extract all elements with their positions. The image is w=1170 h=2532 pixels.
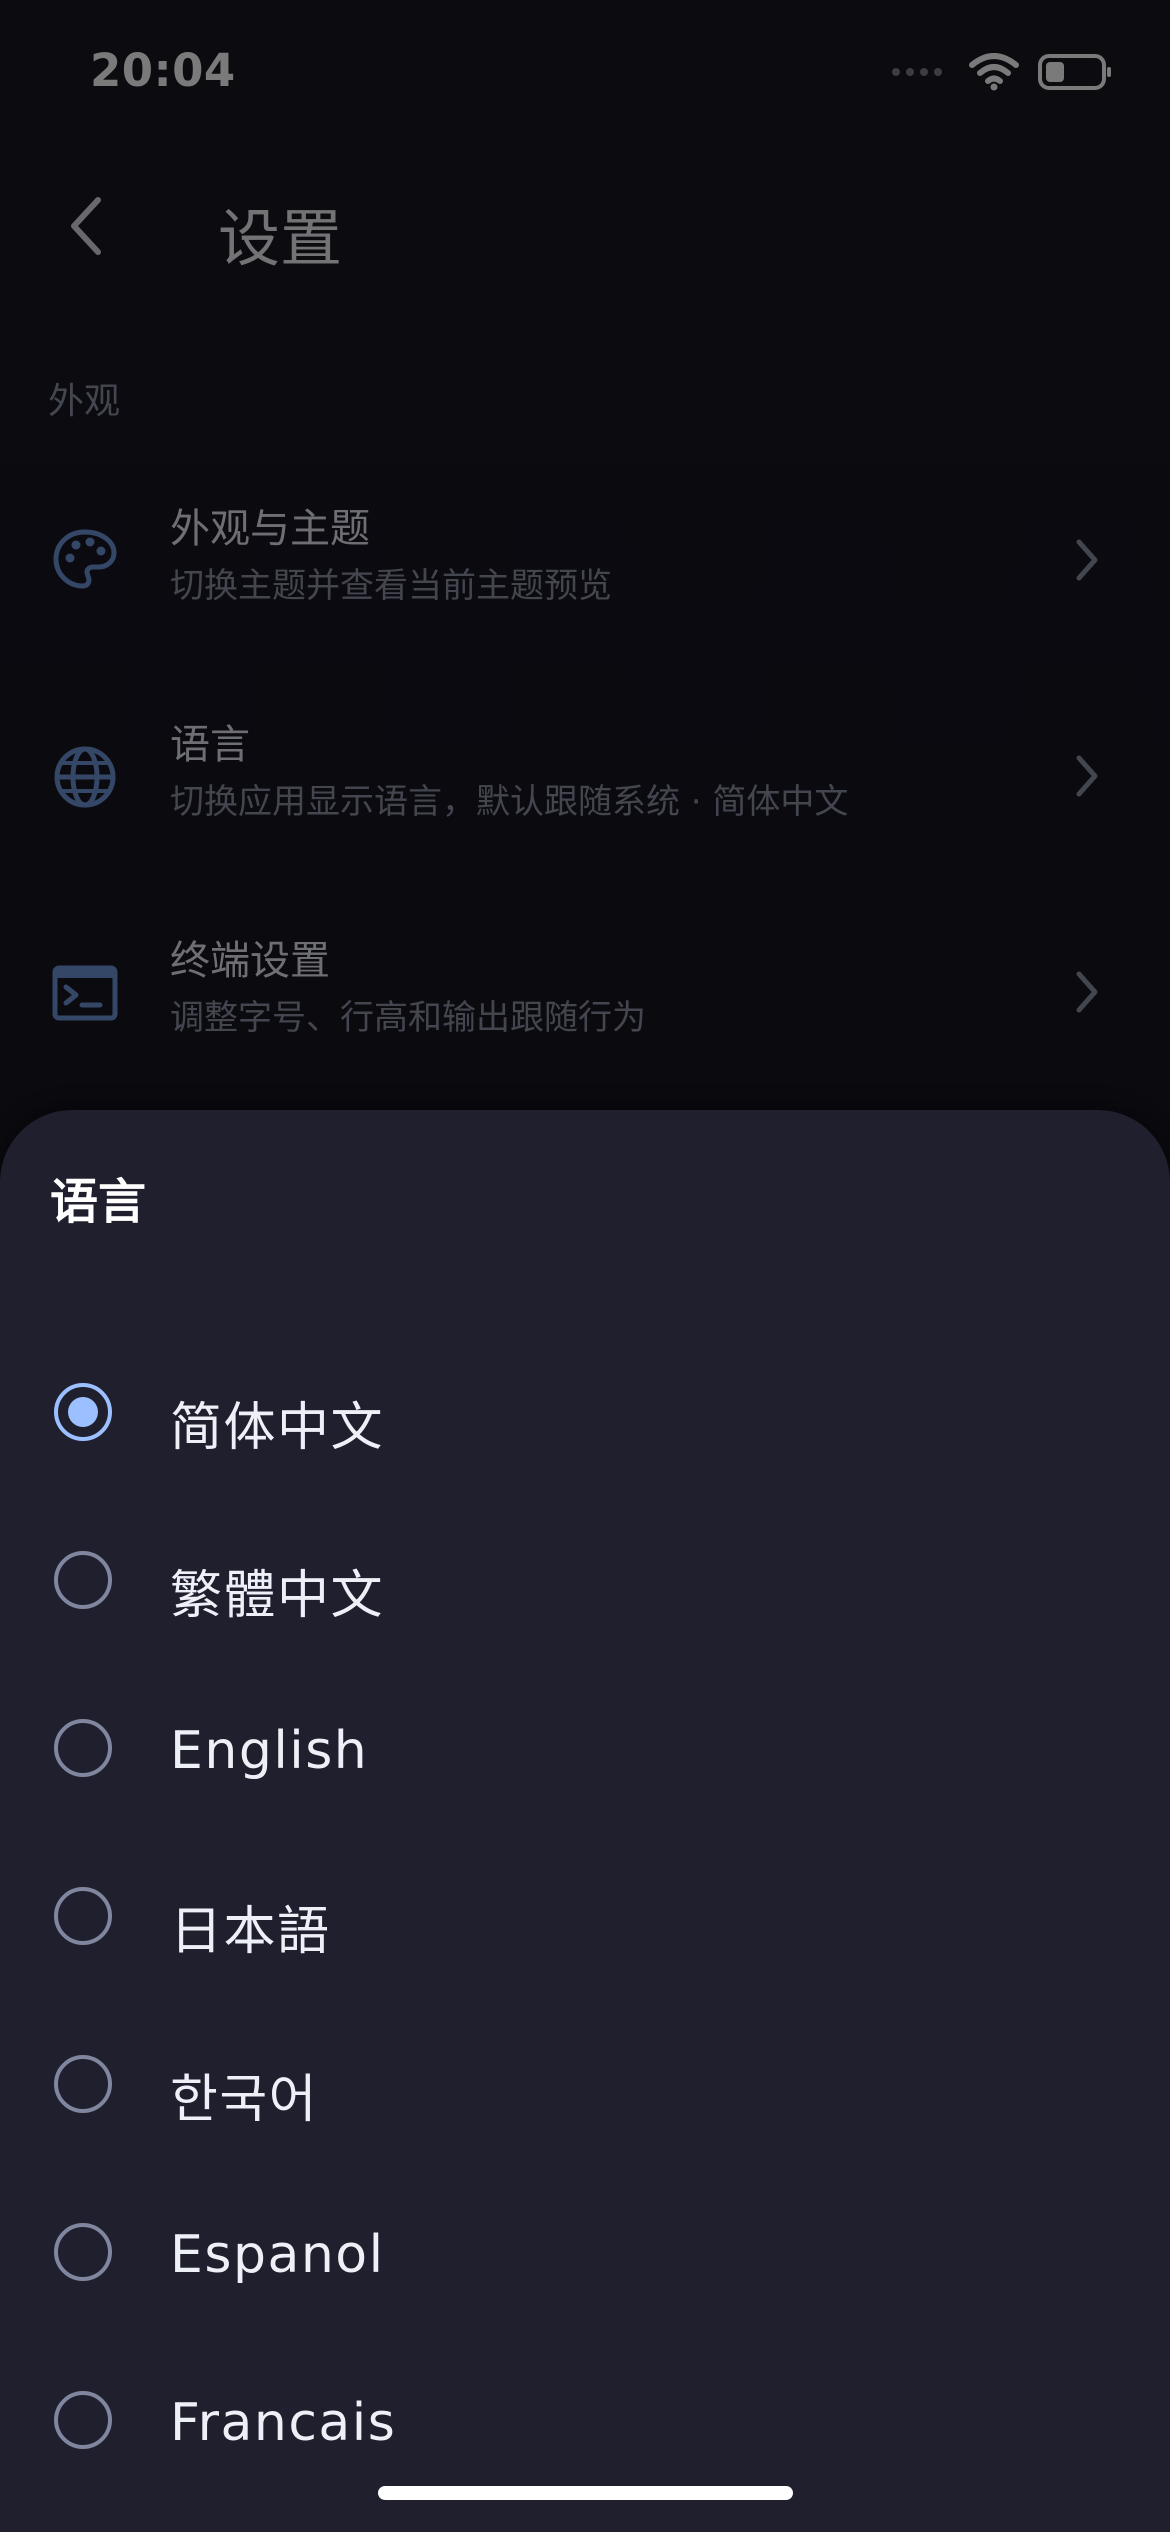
page-title: 设置 <box>218 202 343 275</box>
radio-button-selected[interactable] <box>54 1383 112 1441</box>
settings-item-subtitle: 切换应用显示语言，默认跟随系统 · 简体中文 <box>170 782 849 822</box>
language-option-spanish[interactable]: Espanol <box>0 2178 1170 2328</box>
language-option-japanese[interactable]: 日本語 <box>0 1842 1170 1992</box>
radio-button[interactable] <box>54 1551 112 1609</box>
settings-item-title: 终端设置 <box>170 938 330 984</box>
radio-button[interactable] <box>54 2055 112 2113</box>
chevron-right-icon <box>1066 530 1106 590</box>
language-option-zh-hant[interactable]: 繁體中文 <box>0 1506 1170 1656</box>
language-option-french[interactable]: Francais <box>0 2346 1170 2496</box>
language-option-korean[interactable]: 한국어 <box>0 2010 1170 2160</box>
settings-item-appearance[interactable]: 外观与主题 切换主题并查看当前主题预览 <box>0 486 1170 656</box>
radio-button[interactable] <box>54 2223 112 2281</box>
language-option-label: Francais <box>170 2393 397 2453</box>
chevron-right-icon <box>1066 746 1106 806</box>
battery-icon <box>1038 54 1111 90</box>
settings-item-terminal[interactable]: 终端设置 调整字号、行高和输出跟随行为 <box>0 918 1170 1088</box>
settings-item-subtitle: 切换主题并查看当前主题预览 <box>170 566 612 606</box>
back-button[interactable] <box>42 182 130 270</box>
signal-dots-icon <box>892 68 942 76</box>
language-option-english[interactable]: English <box>0 1674 1170 1824</box>
settings-item-language[interactable]: 语言 切换应用显示语言，默认跟随系统 · 简体中文 <box>0 702 1170 872</box>
radio-button[interactable] <box>54 2391 112 2449</box>
language-option-label: Espanol <box>170 2225 385 2285</box>
language-option-label: 繁體中文 <box>170 1566 385 1626</box>
language-bottom-sheet: 语言 简体中文 繁體中文 English 日本語 한국어 Espanol Fra… <box>0 1110 1170 2532</box>
wifi-icon <box>969 53 1019 91</box>
palette-icon <box>50 526 120 596</box>
settings-item-title: 外观与主题 <box>170 506 370 552</box>
terminal-icon <box>50 958 120 1028</box>
settings-item-subtitle: 调整字号、行高和输出跟随行为 <box>170 998 646 1038</box>
globe-icon <box>50 742 120 812</box>
language-option-zh-hans[interactable]: 简体中文 <box>0 1338 1170 1488</box>
section-label: 外观 <box>48 381 121 422</box>
home-indicator[interactable] <box>378 2486 793 2500</box>
language-option-label: 简体中文 <box>170 1398 385 1458</box>
radio-button[interactable] <box>54 1719 112 1777</box>
language-option-label: 한국어 <box>170 2070 319 2130</box>
language-option-label: 日本語 <box>170 1902 331 1962</box>
screen: 20:04 设置 外观 外观与主题 切换主题并查看当前主题预览 语言 切换应用显… <box>0 0 1170 2532</box>
status-icons <box>892 52 1114 92</box>
radio-button[interactable] <box>54 1887 112 1945</box>
chevron-left-icon <box>71 197 101 255</box>
chevron-right-icon <box>1066 962 1106 1022</box>
status-time: 20:04 <box>90 44 236 97</box>
settings-item-title: 语言 <box>170 722 250 768</box>
sheet-title: 语言 <box>50 1174 147 1230</box>
app-header: 设置 <box>0 160 1170 300</box>
status-bar: 20:04 <box>0 0 1170 140</box>
language-option-label: English <box>170 1721 369 1781</box>
